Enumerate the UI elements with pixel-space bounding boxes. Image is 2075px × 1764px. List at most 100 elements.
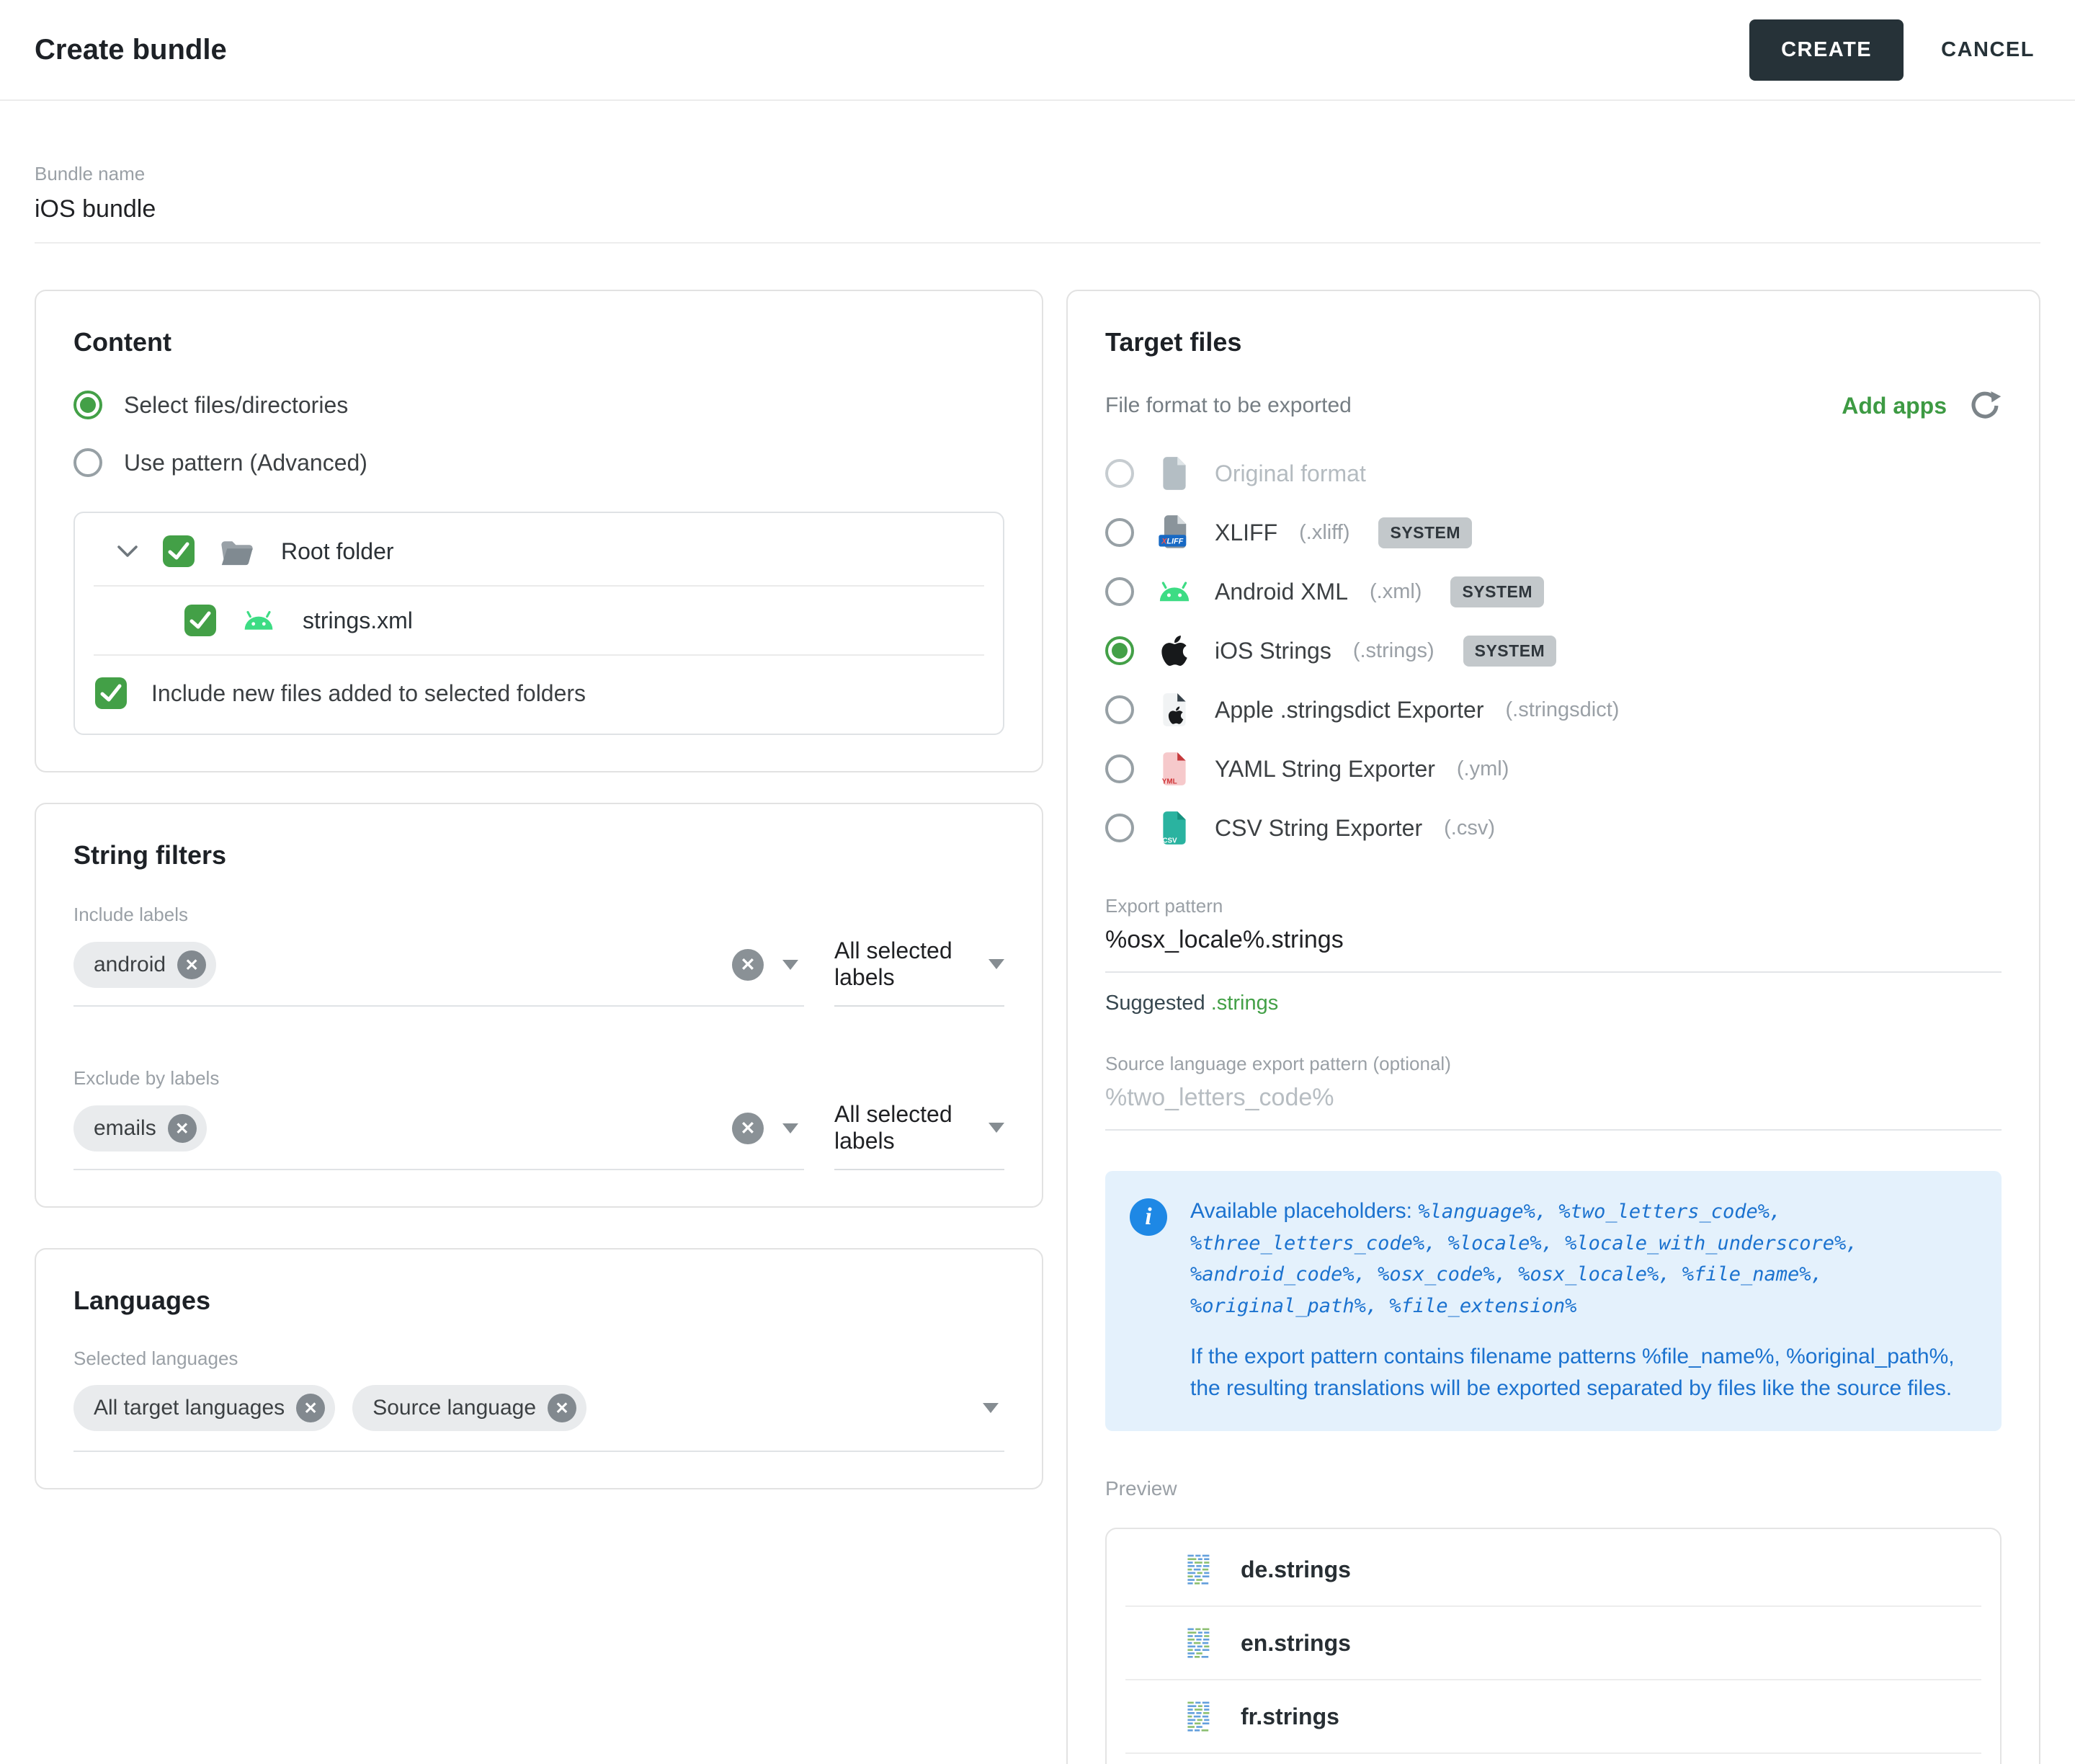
radio-unselected-icon[interactable] [1105, 814, 1134, 842]
create-button[interactable]: CREATE [1749, 19, 1904, 81]
placeholders-line: Available placeholders: %language%, %two… [1190, 1195, 1973, 1321]
chip-all-target-languages: All target languages ✕ [73, 1385, 335, 1431]
selected-languages-input[interactable]: All target languages ✕ Source language ✕ [73, 1380, 1004, 1452]
target-files-card: Target files File format to be exported … [1066, 290, 2040, 1764]
preview-row: en.strings [1107, 1607, 2000, 1679]
preview-label: Preview [1105, 1477, 2002, 1500]
content-card: Content Select files/directories Use pat… [35, 290, 1043, 772]
include-labels-mode-select[interactable]: All selected labels [834, 937, 1004, 1007]
clear-exclude-labels-icon[interactable]: ✕ [732, 1113, 764, 1144]
include-new-files-option[interactable]: Include new files added to selected fold… [75, 656, 1003, 729]
source-pattern-label: Source language export pattern (optional… [1105, 1053, 2002, 1075]
include-new-files-label: Include new files added to selected fold… [151, 680, 586, 707]
checkbox-include-new-files[interactable] [95, 677, 127, 709]
format-name: CSV String Exporter [1215, 815, 1422, 842]
preview-file-name: de.strings [1241, 1556, 1351, 1583]
content-heading: Content [73, 327, 1004, 357]
chip-label: android [94, 953, 166, 977]
refresh-icon[interactable] [1968, 389, 2002, 422]
xliff-icon: XLIFF [1156, 514, 1193, 551]
bundle-name-field: Bundle name [35, 163, 2040, 244]
include-labels-label: Include labels [73, 904, 1004, 926]
option-use-pattern[interactable]: Use pattern (Advanced) [73, 448, 1004, 477]
radio-selected-icon[interactable] [1105, 636, 1134, 665]
file-icon [1156, 455, 1193, 491]
format-row-original[interactable]: Original format [1105, 444, 2002, 503]
option-select-files-label: Select files/directories [124, 392, 348, 419]
remove-chip-icon[interactable]: ✕ [548, 1394, 576, 1422]
strings-file-icon [1186, 1626, 1212, 1660]
add-apps-link[interactable]: Add apps [1842, 393, 1947, 419]
exclude-labels-group: Exclude by labels emails ✕ ✕ [73, 1067, 1004, 1170]
preview-row: de.strings [1107, 1533, 2000, 1605]
remove-chip-icon[interactable]: ✕ [168, 1114, 197, 1143]
cancel-button[interactable]: CANCEL [1941, 38, 2035, 62]
exclude-labels-mode-select[interactable]: All selected labels [834, 1101, 1004, 1170]
export-pattern-input[interactable] [1105, 917, 2002, 973]
dropdown-arrow-icon[interactable] [983, 1403, 999, 1413]
dropdown-arrow-icon[interactable] [782, 960, 798, 970]
source-pattern-field: Source language export pattern (optional… [1105, 1053, 2002, 1131]
radio-unselected-icon[interactable] [1105, 459, 1134, 488]
page-title: Create bundle [35, 34, 227, 66]
include-labels-input[interactable]: android ✕ ✕ [73, 937, 804, 1007]
string-filters-heading: String filters [73, 840, 1004, 870]
remove-chip-icon[interactable]: ✕ [296, 1394, 325, 1422]
dropdown-arrow-icon[interactable] [782, 1123, 798, 1133]
radio-unselected-icon[interactable] [1105, 695, 1134, 724]
export-pattern-field: Export pattern [1105, 895, 2002, 973]
android-icon [1156, 579, 1193, 604]
chip-label: Source language [372, 1396, 536, 1420]
checkbox-file-checked[interactable] [184, 605, 216, 636]
suggested-label: Suggested [1105, 992, 1205, 1015]
file-tree: Root folder strings.xml [73, 512, 1004, 735]
format-row-stringsdict[interactable]: Apple .stringsdict Exporter (.stringsdic… [1105, 680, 2002, 739]
format-name: YAML String Exporter [1215, 756, 1435, 783]
checkbox-root-checked[interactable] [163, 535, 195, 567]
format-row-ios-strings[interactable]: iOS Strings (.strings) SYSTEM [1105, 621, 2002, 680]
radio-unselected-icon[interactable] [1105, 518, 1134, 547]
format-ext: (.xml) [1370, 580, 1422, 604]
radio-selected-icon[interactable] [73, 391, 102, 419]
exclude-labels-input[interactable]: emails ✕ ✕ [73, 1101, 804, 1170]
dropdown-arrow-icon[interactable] [989, 1123, 1004, 1133]
format-name: Apple .stringsdict Exporter [1215, 697, 1484, 723]
system-badge: SYSTEM [1378, 517, 1472, 548]
format-row-xliff[interactable]: XLIFF XLIFF (.xliff) SYSTEM [1105, 503, 2002, 562]
preview-file-name: en.strings [1241, 1630, 1351, 1657]
radio-unselected-icon[interactable] [1105, 577, 1134, 606]
dropdown-arrow-icon[interactable] [989, 959, 1004, 969]
info-icon: i [1130, 1198, 1167, 1236]
system-badge: SYSTEM [1450, 576, 1544, 607]
include-labels-group: Include labels android ✕ ✕ [73, 904, 1004, 1007]
format-row-android-xml[interactable]: Android XML (.xml) SYSTEM [1105, 562, 2002, 621]
format-row-yaml[interactable]: YML YAML String Exporter (.yml) [1105, 739, 2002, 798]
tree-row-file[interactable]: strings.xml [75, 587, 1003, 654]
format-name: XLIFF [1215, 520, 1277, 546]
radio-unselected-icon[interactable] [1105, 754, 1134, 783]
preview-list: de.strings [1105, 1528, 2002, 1764]
source-pattern-input[interactable] [1105, 1075, 2002, 1131]
chip-label: All target languages [94, 1396, 285, 1420]
clear-include-labels-icon[interactable]: ✕ [732, 949, 764, 981]
svg-text:YML: YML [1162, 778, 1177, 785]
chevron-down-icon[interactable] [117, 544, 138, 558]
apple-stringsdict-icon [1156, 692, 1193, 728]
format-row-csv[interactable]: CSV CSV String Exporter (.csv) [1105, 798, 2002, 858]
bundle-name-input[interactable] [35, 185, 2040, 244]
format-ext: (.yml) [1457, 757, 1509, 781]
format-ext: (.stringsdict) [1506, 698, 1620, 722]
target-files-heading: Target files [1105, 327, 2002, 357]
exclude-mode-value: All selected labels [834, 1101, 989, 1154]
selected-languages-label: Selected languages [73, 1348, 1004, 1370]
chip-source-language: Source language ✕ [352, 1385, 586, 1431]
bundle-name-label: Bundle name [35, 163, 2040, 185]
option-select-files[interactable]: Select files/directories [73, 391, 1004, 419]
tree-row-root[interactable]: Root folder [75, 517, 1003, 585]
file-format-label: File format to be exported [1105, 393, 1352, 418]
suggested-value[interactable]: .strings [1211, 992, 1278, 1015]
strings-file-icon [1186, 1700, 1212, 1733]
remove-chip-icon[interactable]: ✕ [177, 950, 206, 979]
radio-unselected-icon[interactable] [73, 448, 102, 477]
yaml-icon: YML [1156, 751, 1193, 787]
